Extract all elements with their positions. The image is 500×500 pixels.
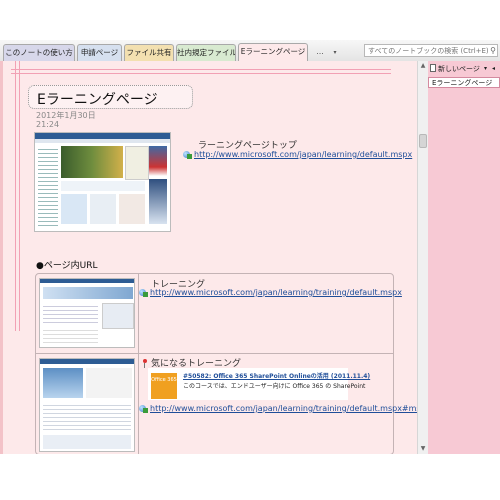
tab-label: Eラーニングページ: [240, 47, 306, 56]
chevron-left-icon[interactable]: ◂: [492, 63, 495, 75]
web-link-icon: [139, 288, 148, 297]
tab-label: 社内規定ファイル: [177, 48, 236, 57]
recommended-training-screenshot: [39, 358, 135, 452]
course-card-title[interactable]: #50582: Office 365 SharePoint Onlineの活用 …: [183, 371, 370, 380]
top-link-row: http://www.microsoft.com/japan/learning/…: [183, 150, 412, 159]
chevron-down-icon[interactable]: ▾: [330, 45, 340, 60]
vertical-scrollbar[interactable]: ▲ ▼: [417, 61, 428, 454]
page-canvas[interactable]: Eラーニングページ 2012年1月30日 21:24 ラーニングページトップ h…: [0, 61, 417, 454]
recommended-training-url[interactable]: http://www.microsoft.com/japan/learning/…: [150, 404, 417, 413]
page-title[interactable]: Eラーニングページ: [37, 89, 158, 109]
tab-regulation-files[interactable]: 社内規定ファイル: [176, 44, 236, 61]
course-card-description: このコースでは、エンドユーザー向けに Office 365 の SharePoi…: [183, 383, 366, 390]
chevron-down-icon[interactable]: ▾: [484, 63, 487, 75]
decorative-rule: [11, 73, 391, 74]
tab-elearning[interactable]: Eラーニングページ: [238, 43, 308, 61]
tab-label: 申請ページ: [80, 48, 119, 57]
decorative-rule: [19, 61, 20, 331]
training-screenshot: [39, 278, 135, 348]
page-list-item[interactable]: Eラーニングページ: [428, 77, 500, 88]
scrollbar-thumb[interactable]: [419, 134, 427, 148]
decorative-rule: [11, 69, 391, 70]
page-time: 21:24: [36, 120, 60, 129]
learning-top-screenshot: [34, 132, 171, 232]
top-link-url[interactable]: http://www.microsoft.com/japan/learning/…: [194, 150, 412, 159]
search-box[interactable]: ⚲: [364, 44, 498, 57]
scroll-down-icon[interactable]: ▼: [418, 444, 428, 454]
tab-application[interactable]: 申請ページ: [77, 44, 122, 61]
new-page-button[interactable]: 新しいページ ▾ ◂: [428, 63, 500, 75]
tab-label: このノートの使い方: [5, 48, 73, 57]
pushpin-icon: [142, 359, 148, 368]
search-input[interactable]: [365, 45, 491, 56]
tab-label: ファイル共有: [126, 48, 172, 57]
recommended-link-row: http://www.microsoft.com/japan/learning/…: [139, 404, 417, 413]
new-page-icon: [430, 64, 436, 72]
search-icon[interactable]: ⚲: [490, 45, 496, 56]
tab-file-sharing[interactable]: ファイル共有: [124, 44, 174, 61]
training-url[interactable]: http://www.microsoft.com/japan/learning/…: [150, 288, 402, 297]
page-list-panel: 新しいページ ▾ ◂ Eラーニングページ: [428, 61, 500, 454]
more-tabs-button[interactable]: ...: [311, 45, 329, 60]
training-link-row: http://www.microsoft.com/japan/learning/…: [139, 288, 402, 297]
new-page-label: 新しいページ: [438, 65, 480, 73]
scroll-up-icon[interactable]: ▲: [418, 61, 428, 71]
window-bottom-area: [0, 454, 500, 500]
decorative-rule: [15, 61, 16, 331]
page-title-container[interactable]: Eラーニングページ: [28, 85, 193, 109]
section-tab-bar: このノートの使い方 申請ページ ファイル共有 社内規定ファイル Eラーニングペー…: [0, 40, 500, 62]
web-link-icon: [183, 150, 192, 159]
web-link-icon: [139, 404, 148, 413]
office365-logo: Office 365: [151, 373, 177, 399]
tab-notebook-guide[interactable]: このノートの使い方: [3, 44, 75, 61]
section-heading: ●ページ内URL: [36, 261, 98, 271]
course-card[interactable]: Office 365 #50582: Office 365 SharePoint…: [148, 368, 370, 400]
